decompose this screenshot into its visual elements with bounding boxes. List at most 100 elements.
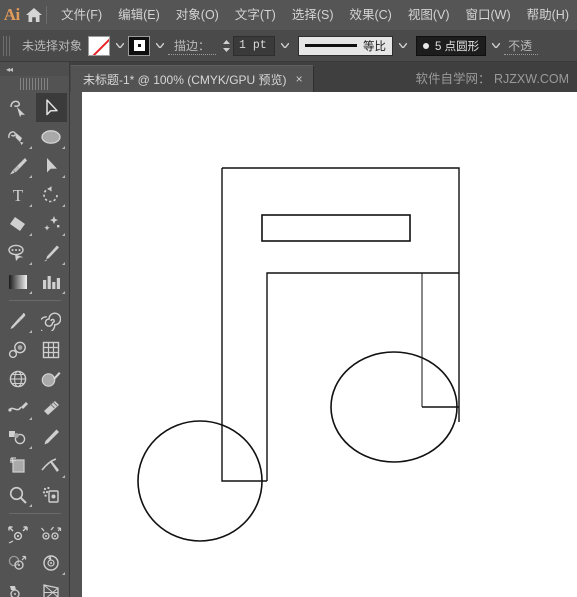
tool-flyout-indicator [28,504,32,507]
menu-item-file[interactable]: 文件(F) [53,0,110,30]
shaper-tool[interactable] [3,93,34,122]
tool-flyout-indicator [61,146,65,149]
artwork-music-note[interactable] [82,92,577,597]
tool-flyout-indicator [28,446,32,449]
ellipse-tool[interactable] [36,122,67,151]
rotate-tool[interactable] [36,180,67,209]
stroke-profile-value: 等比 [363,40,387,53]
tool-flyout-indicator [28,233,32,236]
gradient-tool[interactable] [3,267,34,296]
menu-item-object[interactable]: 对象(O) [168,0,227,30]
eyedropper-tool[interactable] [3,306,34,335]
artboard-tool[interactable] [3,451,34,480]
paintbrush-tool[interactable] [3,151,34,180]
brush-definition-chevron-down-icon[interactable] [488,36,504,56]
tool-flyout-indicator [28,146,32,149]
shape-builder-tool[interactable] [36,364,67,393]
close-icon[interactable]: × [296,73,303,85]
menu-item-select[interactable]: 选择(S) [284,0,342,30]
blend-tool[interactable] [3,335,34,364]
menu-item-view[interactable]: 视图(V) [400,0,458,30]
stroke-color-swatch[interactable] [128,35,151,56]
tool-flyout-indicator [61,475,65,478]
stroke-profile-preview-icon [305,44,358,47]
perspective-grid-tool[interactable] [36,577,67,597]
document-tab-bar: 未标题-1* @ 100% (CMYK/GPU 预览) × 软件自学网： RJZ… [0,62,577,92]
pencil-tool[interactable] [36,238,67,267]
tool-flyout-indicator [28,291,32,294]
document-tab-label: 未标题-1* @ 100% (CMYK/GPU 预览) [83,72,287,87]
puppet-warp-tool[interactable] [36,480,67,509]
brush-definition-select[interactable]: 5 点圆形 [416,35,487,56]
mesh-tool[interactable] [3,364,34,393]
fill-color-swatch[interactable] [88,35,111,56]
menu-divider [46,6,48,24]
canvas-area[interactable] [70,92,577,597]
menu-item-help[interactable]: 帮助(H) [519,0,577,30]
tool-flyout-indicator [61,204,65,207]
shear-tool[interactable] [3,577,34,597]
tool-flyout-indicator [61,291,65,294]
spiral-tool[interactable] [36,306,67,335]
free-transform-tool[interactable] [36,519,67,548]
document-tab[interactable]: 未标题-1* @ 100% (CMYK/GPU 预览) × [70,65,314,92]
brush-dot-icon [423,42,430,49]
width-tool[interactable] [36,393,67,422]
symbol-sprayer-tool[interactable] [3,422,34,451]
home-icon[interactable] [24,0,45,30]
warp-tool[interactable] [3,393,34,422]
column-graph-tool[interactable] [36,267,67,296]
tool-flyout-indicator [28,175,32,178]
tool-flyout-indicator [61,572,65,575]
zoom-tool[interactable] [3,480,34,509]
tools-panel: ◂◂ T [0,62,70,597]
menu-item-type[interactable]: 文字(T) [227,0,284,30]
type-tool[interactable]: T [3,180,34,209]
stroke-profile-select[interactable]: 等比 [298,35,394,56]
svg-text:T: T [13,186,24,204]
tool-flyout-indicator [28,330,32,333]
tools-divider-2 [3,509,67,519]
artboard[interactable] [82,92,577,597]
tool-flyout-indicator [28,204,32,207]
menu-item-effect[interactable]: 效果(C) [341,0,399,30]
stroke-weight-input[interactable]: 1 pt [233,35,276,56]
selection-status-label: 未选择对象 [22,39,83,53]
scale-tool[interactable] [3,519,34,548]
control-bar: 未选择对象 描边： 1 pt 等比 5 点圆形 不透 [0,30,577,62]
lasso-tool[interactable] [3,238,34,267]
tools-divider [3,296,67,306]
rotate-around-tool[interactable] [36,548,67,577]
tools-panel-grip[interactable] [19,78,50,90]
selection-tool[interactable] [35,93,67,122]
tools-grid: T [0,93,69,597]
tool-flyout-indicator [28,417,32,420]
direct-selection-tool[interactable] [36,151,67,180]
menu-bar: Ai 文件(F) 编辑(E) 对象(O) 文字(T) 选择(S) 效果(C) 视… [0,0,577,30]
tools-panel-collapse-button[interactable]: ◂◂ [0,62,69,76]
grid-tool[interactable] [36,335,67,364]
control-bar-grip[interactable] [3,35,12,56]
eraser-tool[interactable] [3,209,34,238]
tool-flyout-indicator [61,262,65,265]
stroke-weight-chevron-down-icon[interactable] [277,36,293,56]
pen-tool[interactable] [3,122,34,151]
opacity-label[interactable]: 不透 [504,37,539,55]
tool-flyout-indicator [28,262,32,265]
stroke-profile-chevron-down-icon[interactable] [395,36,411,56]
menu-item-edit[interactable]: 编辑(E) [110,0,168,30]
menu-item-list: 文件(F) 编辑(E) 对象(O) 文字(T) 选择(S) 效果(C) 视图(V… [53,0,577,30]
magic-wand-tool[interactable] [36,209,67,238]
menu-item-window[interactable]: 窗口(W) [458,0,519,30]
reflect-tool[interactable] [3,548,34,577]
slice-tool[interactable] [36,451,67,480]
tool-flyout-indicator [61,233,65,236]
brush-definition-value: 5 点圆形 [435,40,480,53]
stroke-weight-stepper[interactable] [220,36,233,56]
fill-dropdown-chevron-down-icon[interactable] [112,36,128,56]
live-paint-tool[interactable] [36,422,67,451]
stroke-dropdown-chevron-down-icon[interactable] [152,36,168,56]
illustrator-window: Ai 文件(F) 编辑(E) 对象(O) 文字(T) 选择(S) 效果(C) 视… [0,0,577,597]
app-logo: Ai [3,5,20,24]
stroke-weight-label: 描边： [168,37,217,55]
